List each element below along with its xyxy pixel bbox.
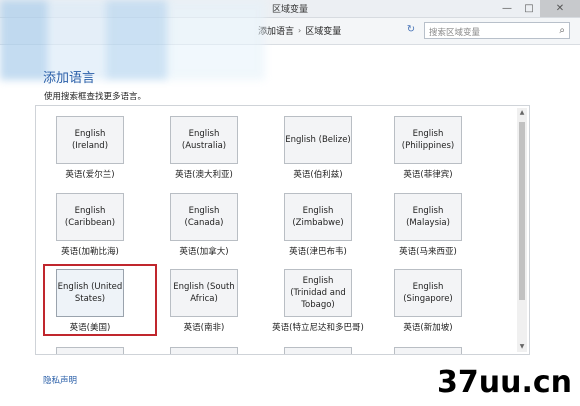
language-tile-en-trinidad-tobago[interactable]: English (Trinidad and Tobago) — [284, 269, 352, 317]
scroll-down-icon[interactable]: ▼ — [517, 342, 527, 352]
refresh-icon[interactable]: ↻ — [405, 24, 417, 36]
scroll-up-icon[interactable]: ▲ — [517, 108, 527, 118]
language-tile-partial[interactable] — [170, 347, 238, 354]
language-tile-name: English (South Africa) — [173, 282, 235, 304]
language-tile-partial[interactable] — [394, 347, 462, 354]
language-tile-partial[interactable] — [56, 347, 124, 354]
scrollbar-thumb[interactable] — [519, 122, 525, 300]
language-tile-name: English (Singapore) — [403, 282, 453, 304]
language-tile-en-australia[interactable]: English (Australia) — [170, 116, 238, 164]
language-tile-name: English (Trinidad and Tobago) — [290, 276, 346, 310]
language-tile-label: 英语(美国) — [69, 323, 111, 333]
language-tile-name: English (Canada) — [184, 206, 224, 228]
language-tile-label: 英语(特立尼达和多巴哥) — [272, 323, 364, 333]
language-tile-partial[interactable] — [284, 347, 352, 354]
language-tile-label: 英语(加拿大) — [179, 247, 229, 257]
breadcrumb: 添加语言 › 区域变量 — [258, 24, 341, 37]
language-tile-en-malaysia[interactable]: English (Malaysia) — [394, 193, 462, 241]
privacy-link[interactable]: 隐私声明 — [43, 374, 77, 386]
language-tile-en-philippines[interactable]: English (Philippines) — [394, 116, 462, 164]
language-grid: English (Ireland) 英语(爱尔兰) English (Austr… — [35, 105, 530, 355]
language-tile-en-united-states[interactable]: English (United States) — [56, 269, 124, 317]
language-tile-label: 英语(菲律宾) — [403, 170, 453, 180]
close-button[interactable]: ✕ — [540, 0, 580, 17]
language-tile-label: 英语(南非) — [183, 323, 225, 333]
language-tile-label: 英语(加勒比海) — [61, 247, 119, 257]
language-tile-name: English (Belize) — [285, 135, 351, 145]
language-tile-label: 英语(津巴布韦) — [289, 247, 347, 257]
language-tile-label: 英语(爱尔兰) — [65, 170, 115, 180]
minimize-button[interactable]: — — [496, 0, 518, 17]
breadcrumb-item-region-variant[interactable]: 区域变量 — [305, 24, 341, 37]
blurred-overlay — [0, 0, 265, 80]
search-icon[interactable]: ⌕ — [559, 25, 565, 36]
language-tile-label: 英语(新加坡) — [403, 323, 453, 333]
language-tile-name: English (Zimbabwe) — [292, 206, 344, 228]
language-tile-en-canada[interactable]: English (Canada) — [170, 193, 238, 241]
page-subtitle: 使用搜索框查找更多语言。 — [44, 92, 147, 102]
language-tile-name: English (Australia) — [181, 129, 227, 151]
language-tile-en-belize[interactable]: English (Belize) — [284, 116, 352, 164]
language-tile-en-singapore[interactable]: English (Singapore) — [394, 269, 462, 317]
language-tile-name: English (Philippines) — [401, 129, 455, 151]
language-tile-name: English (Malaysia) — [406, 206, 450, 228]
vertical-scrollbar[interactable]: ▲ ▼ — [517, 108, 527, 352]
search-box[interactable]: 搜索区域变量 ⌕ — [424, 22, 570, 39]
language-tile-en-south-africa[interactable]: English (South Africa) — [170, 269, 238, 317]
language-tile-label: 英语(马来西亚) — [399, 247, 457, 257]
watermark: 37uu.cn — [437, 365, 572, 400]
language-tile-name: English (Caribbean) — [64, 206, 116, 228]
page-title: 添加语言 — [43, 71, 96, 86]
language-tile-en-caribbean[interactable]: English (Caribbean) — [56, 193, 124, 241]
language-tile-name: English (United States) — [57, 282, 123, 304]
language-tile-label: 英语(伯利兹) — [293, 170, 343, 180]
language-tile-en-ireland[interactable]: English (Ireland) — [56, 116, 124, 164]
language-tile-label: 英语(澳大利亚) — [175, 170, 233, 180]
maximize-button[interactable]: □ — [518, 0, 540, 17]
language-tile-en-zimbabwe[interactable]: English (Zimbabwe) — [284, 193, 352, 241]
search-input[interactable]: 搜索区域变量 — [429, 26, 480, 38]
language-tile-name: English (Ireland) — [71, 129, 109, 151]
chevron-right-icon: › — [298, 26, 302, 35]
